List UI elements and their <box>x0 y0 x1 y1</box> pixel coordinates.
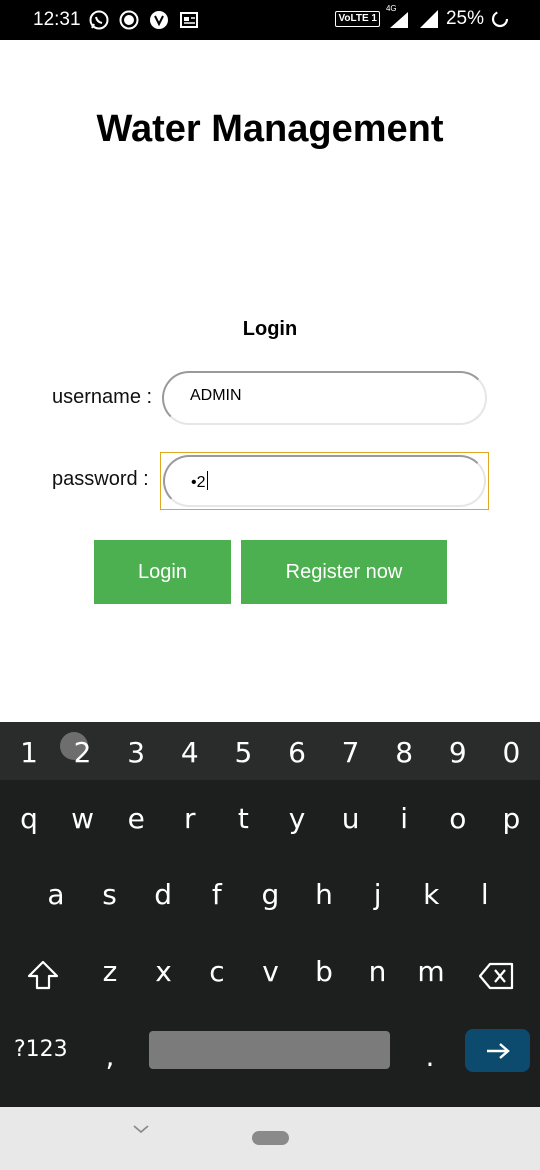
username-label: username : <box>52 386 153 408</box>
comma-key[interactable]: , <box>90 1040 130 1073</box>
battery-percent: 25% <box>445 8 484 29</box>
key-n[interactable]: n <box>358 955 398 988</box>
app-title: Water Management <box>96 108 444 150</box>
signal-2-icon <box>419 10 438 28</box>
shift-icon[interactable] <box>26 958 60 992</box>
key-w[interactable]: w <box>63 802 103 835</box>
key-1[interactable]: 1 <box>9 736 49 769</box>
key-s[interactable]: s <box>90 878 130 911</box>
username-input[interactable]: ADMIN <box>160 369 489 427</box>
symbols-key[interactable]: ?123 <box>14 1037 68 1062</box>
key-x[interactable]: x <box>144 955 184 988</box>
key-v[interactable]: v <box>251 955 291 988</box>
arrow-right-icon <box>486 1042 510 1059</box>
key-d[interactable]: d <box>143 878 183 911</box>
key-o[interactable]: o <box>438 802 478 835</box>
key-y[interactable]: y <box>277 802 317 835</box>
key-l[interactable]: l <box>465 878 505 911</box>
key-m[interactable]: m <box>411 955 451 988</box>
key-r[interactable]: r <box>170 802 210 835</box>
vpn-icon <box>150 11 168 29</box>
password-label: password : <box>52 468 149 490</box>
key-z[interactable]: z <box>90 955 130 988</box>
backspace-icon[interactable] <box>478 960 516 992</box>
key-q[interactable]: q <box>9 802 49 835</box>
register-button[interactable]: Register now <box>241 540 447 604</box>
password-input[interactable]: •2 <box>160 452 489 510</box>
key-j[interactable]: j <box>358 878 398 911</box>
key-i[interactable]: i <box>384 802 424 835</box>
key-u[interactable]: u <box>331 802 371 835</box>
key-b[interactable]: b <box>304 955 344 988</box>
text-caret <box>206 471 208 490</box>
password-value-wrap: •2 <box>191 471 208 492</box>
key-t[interactable]: t <box>223 802 263 835</box>
key-7[interactable]: 7 <box>331 736 371 769</box>
key-0[interactable]: 0 <box>491 736 531 769</box>
home-pill[interactable] <box>252 1131 289 1145</box>
key-9[interactable]: 9 <box>438 736 478 769</box>
password-value: •2 <box>191 474 206 491</box>
key-h[interactable]: h <box>304 878 344 911</box>
volte-badge: VoLTE 1 <box>335 11 380 27</box>
key-g[interactable]: g <box>250 878 290 911</box>
login-heading: Login <box>242 318 298 340</box>
whatsapp-icon <box>89 10 109 30</box>
status-bar: 12:31 VoLTE 1 4G 25% <box>0 0 540 40</box>
password-input-frame <box>163 455 486 507</box>
key-c[interactable]: c <box>197 955 237 988</box>
key-6[interactable]: 6 <box>277 736 317 769</box>
period-key[interactable]: . <box>410 1040 450 1073</box>
record-icon <box>119 10 139 30</box>
status-time: 12:31 <box>33 9 81 30</box>
key-3[interactable]: 3 <box>116 736 156 769</box>
news-icon <box>180 12 198 28</box>
key-5[interactable]: 5 <box>223 736 263 769</box>
key-p[interactable]: p <box>491 802 531 835</box>
key-4[interactable]: 4 <box>170 736 210 769</box>
username-value: ADMIN <box>190 387 242 404</box>
battery-icon <box>491 10 509 28</box>
enter-key[interactable] <box>465 1029 530 1072</box>
navigation-bar <box>0 1107 540 1170</box>
key-2[interactable]: 2 <box>63 736 103 769</box>
space-bar[interactable] <box>149 1031 390 1069</box>
key-8[interactable]: 8 <box>384 736 424 769</box>
network-type: 4G <box>385 4 397 13</box>
signal-icon: 4G <box>386 4 412 30</box>
chevron-down-icon[interactable] <box>132 1123 150 1135</box>
login-button[interactable]: Login <box>94 540 231 604</box>
key-e[interactable]: e <box>116 802 156 835</box>
key-a[interactable]: a <box>36 878 76 911</box>
key-k[interactable]: k <box>411 878 451 911</box>
key-f[interactable]: f <box>197 878 237 911</box>
